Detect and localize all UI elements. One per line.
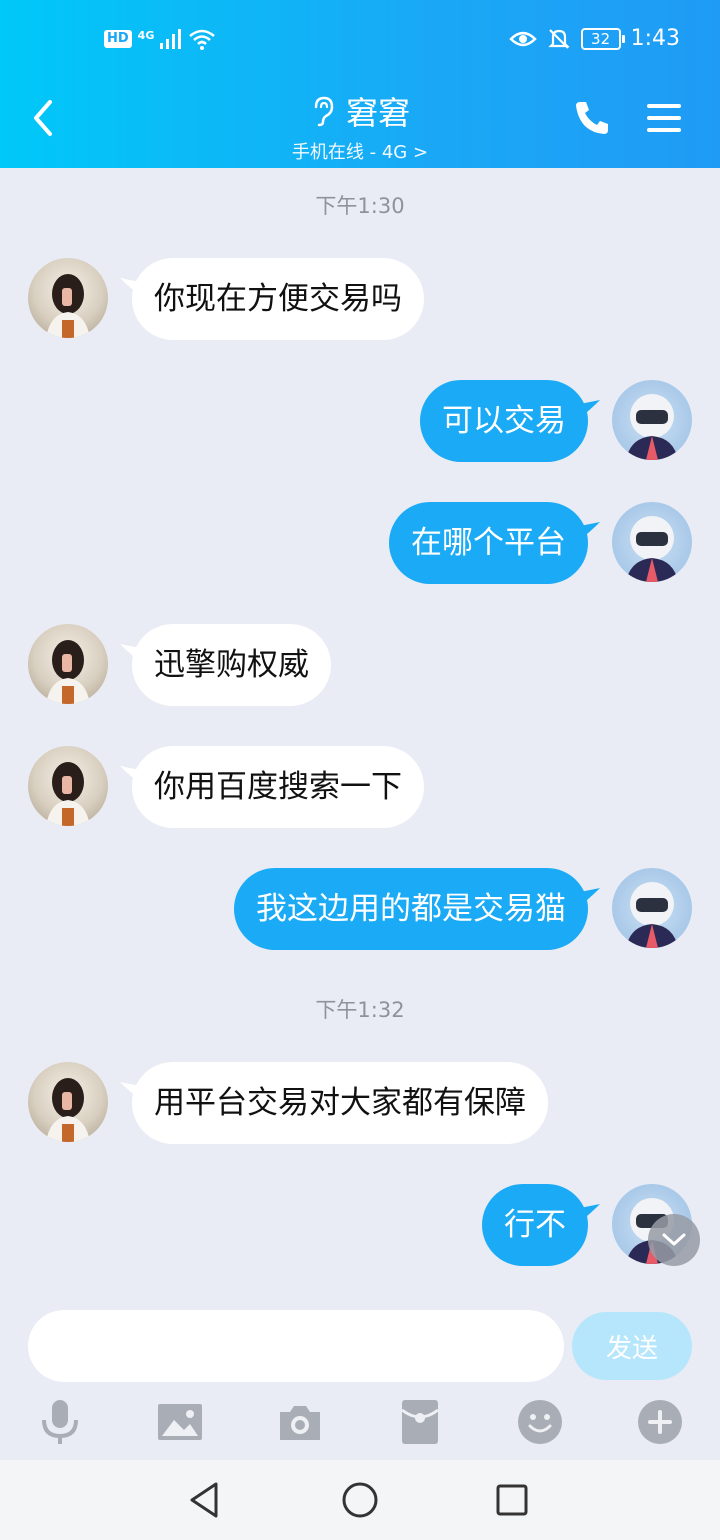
scroll-to-bottom-button[interactable]	[648, 1214, 700, 1266]
camera-button[interactable]	[276, 1398, 324, 1446]
chevron-down-icon	[662, 1233, 686, 1246]
status-bar: HD 4G 32 1:43	[0, 0, 720, 84]
composer-toolbar	[0, 1392, 720, 1456]
message-row: 我这边用的都是交易猫	[0, 868, 720, 950]
bell-off-icon	[547, 28, 570, 49]
menu-icon	[647, 104, 681, 132]
ear-icon	[314, 96, 334, 127]
message-row: 你现在方便交易吗	[0, 258, 720, 340]
emoji-icon	[518, 1400, 562, 1444]
header: HD 4G 32 1:43 窘窘 手机在线 - 4G >	[0, 0, 720, 168]
microphone-icon	[42, 1400, 78, 1444]
contact-name: 窘窘	[345, 94, 410, 132]
contact-avatar[interactable]	[28, 746, 108, 826]
battery-indicator: 32	[580, 27, 625, 50]
outgoing-bubble[interactable]: 可以交易	[420, 380, 588, 462]
bubble-tail	[580, 888, 600, 906]
avatar-photo	[626, 394, 678, 460]
composer: 发送	[0, 1290, 720, 1400]
avatar-photo	[626, 882, 678, 948]
title-block[interactable]: 窘窘 手机在线 - 4G >	[0, 88, 720, 164]
bubble-tail	[580, 522, 600, 540]
nav-bar: 窘窘 手机在线 - 4G >	[0, 84, 720, 168]
voice-button[interactable]	[36, 1398, 84, 1446]
hd-badge: HD	[104, 30, 132, 48]
chat-screen: HD 4G 32 1:43 窘窘 手机在线 - 4G > 下午1:30 你现在方…	[0, 0, 720, 1540]
online-status: 手机在线 - 4G >	[291, 142, 429, 163]
avatar-photo	[626, 516, 678, 582]
camera-icon	[280, 1406, 320, 1440]
system-home-button[interactable]	[340, 1480, 380, 1520]
avatar-photo	[46, 640, 90, 704]
my-avatar[interactable]	[612, 868, 692, 948]
message-input[interactable]	[28, 1310, 564, 1382]
message-row: 在哪个平台	[0, 502, 720, 584]
system-back-button[interactable]	[186, 1480, 226, 1520]
system-navigation-bar	[0, 1460, 720, 1540]
image-icon	[158, 1404, 202, 1440]
red-packet-icon	[401, 1400, 439, 1444]
timestamp-divider: 下午1:32	[315, 998, 405, 1022]
avatar-photo	[46, 762, 90, 826]
incoming-bubble[interactable]: 用平台交易对大家都有保障	[132, 1062, 548, 1144]
message-row: 用平台交易对大家都有保障	[0, 1062, 720, 1144]
clock: 1:43	[630, 26, 680, 51]
outgoing-bubble[interactable]: 在哪个平台	[389, 502, 588, 584]
send-button[interactable]: 发送	[572, 1312, 692, 1380]
outgoing-bubble[interactable]: 行不	[482, 1184, 588, 1266]
status-left: HD 4G	[104, 28, 216, 50]
more-button[interactable]	[636, 1398, 684, 1446]
menu-button[interactable]	[644, 98, 684, 138]
eye-icon	[508, 31, 537, 46]
wifi-icon	[189, 29, 216, 50]
call-button[interactable]	[572, 98, 612, 138]
avatar-photo	[46, 274, 90, 338]
square-recents-icon	[496, 1484, 528, 1516]
status-right: 32 1:43	[508, 26, 680, 51]
image-button[interactable]	[156, 1398, 204, 1446]
contact-avatar[interactable]	[28, 624, 108, 704]
message-row: 你用百度搜索一下	[0, 746, 720, 828]
bubble-tail	[580, 400, 600, 418]
incoming-bubble[interactable]: 你现在方便交易吗	[132, 258, 424, 340]
avatar-photo	[46, 1078, 90, 1142]
contact-avatar[interactable]	[28, 1062, 108, 1142]
timestamp-divider: 下午1:30	[315, 194, 405, 218]
message-row: 行不	[0, 1184, 720, 1266]
signal-icon	[160, 29, 182, 49]
triangle-back-icon	[190, 1482, 218, 1518]
incoming-bubble[interactable]: 你用百度搜索一下	[132, 746, 424, 828]
plus-circle-icon	[638, 1400, 682, 1444]
my-avatar[interactable]	[612, 380, 692, 460]
message-row: 迅擎购权威	[0, 624, 720, 706]
red-packet-button[interactable]	[396, 1398, 444, 1446]
emoji-button[interactable]	[516, 1398, 564, 1446]
incoming-bubble[interactable]: 迅擎购权威	[132, 624, 331, 706]
phone-icon	[576, 102, 608, 134]
network-type: 4G	[137, 28, 155, 42]
outgoing-bubble[interactable]: 我这边用的都是交易猫	[234, 868, 588, 950]
message-row: 可以交易	[0, 380, 720, 462]
contact-avatar[interactable]	[28, 258, 108, 338]
system-recents-button[interactable]	[492, 1480, 532, 1520]
my-avatar[interactable]	[612, 502, 692, 582]
bubble-tail	[580, 1204, 600, 1222]
circle-home-icon	[342, 1482, 378, 1518]
